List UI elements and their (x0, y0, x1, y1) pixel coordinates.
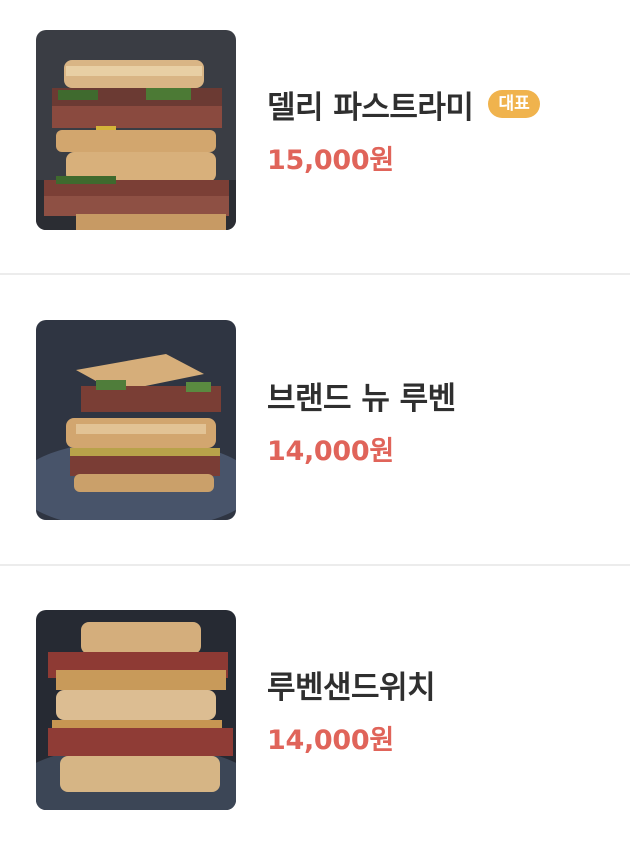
menu-item-info: 델리 파스트라미 대표 15,000원 (267, 82, 540, 177)
sandwich-photo-icon (36, 610, 236, 810)
name-row: 루벤샌드위치 (267, 662, 436, 706)
menu-item-info: 루벤샌드위치 14,000원 (267, 662, 436, 757)
menu-item-info: 브랜드 뉴 루벤 14,000원 (267, 373, 456, 468)
menu-item-price: 14,000원 (267, 725, 394, 756)
menu-item-photo[interactable] (36, 320, 236, 520)
name-row: 델리 파스트라미 대표 (267, 82, 540, 126)
signature-badge: 대표 (488, 90, 540, 118)
menu-item[interactable]: 루벤샌드위치 14,000원 (0, 566, 630, 846)
menu-item-name: 델리 파스트라미 (267, 89, 474, 126)
menu-item-price: 14,000원 (267, 436, 394, 467)
menu-item[interactable]: 브랜드 뉴 루벤 14,000원 (0, 275, 630, 565)
menu-item-name: 브랜드 뉴 루벤 (267, 380, 456, 417)
menu-list: 델리 파스트라미 대표 15,000원 브랜드 뉴 루벤 14,000원 루벤샌… (0, 0, 630, 846)
menu-item-photo[interactable] (36, 30, 236, 230)
menu-item-price: 15,000원 (267, 145, 394, 176)
menu-item[interactable]: 델리 파스트라미 대표 15,000원 (0, 0, 630, 274)
menu-item-photo[interactable] (36, 610, 236, 810)
menu-item-name: 루벤샌드위치 (267, 669, 436, 706)
name-row: 브랜드 뉴 루벤 (267, 373, 456, 417)
sandwich-photo-icon (36, 320, 236, 520)
sandwich-photo-icon (36, 30, 236, 230)
